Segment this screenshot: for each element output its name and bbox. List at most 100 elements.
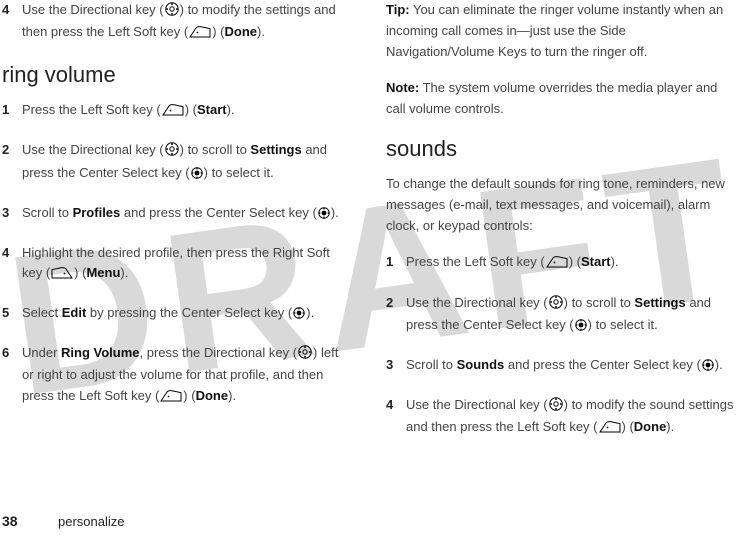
text: and press the Center Select key ( — [120, 205, 317, 220]
right-soft-key-icon — [51, 265, 73, 285]
step-number: 1 — [386, 252, 406, 274]
directional-key-icon — [165, 2, 179, 22]
text: ). — [306, 305, 314, 320]
step-body: Highlight the desired profile, then pres… — [22, 243, 352, 285]
label-profiles: Profiles — [73, 205, 121, 220]
text: ) to select it. — [588, 317, 658, 332]
step-number: 3 — [386, 355, 406, 377]
note-label: Note: — [386, 80, 419, 95]
text: ) ( — [183, 388, 195, 403]
step-body: Select Edit by pressing the Center Selec… — [22, 303, 352, 325]
label-settings: Settings — [634, 295, 685, 310]
step-number: 4 — [2, 243, 22, 285]
step-body: Press the Left Soft key ( ) (Start). — [22, 100, 352, 122]
page-number: 38 — [2, 513, 24, 529]
step-3: 3 Scroll to Profiles and press the Cente… — [2, 203, 352, 225]
label-settings: Settings — [250, 142, 301, 157]
text: Use the Directional key ( — [406, 295, 548, 310]
directional-key-icon — [298, 345, 312, 365]
label-sounds: Sounds — [457, 357, 505, 372]
text: ) ( — [212, 24, 224, 39]
step-2-r: 2 Use the Directional key ( ) to scroll t… — [386, 293, 736, 337]
text: Scroll to — [22, 205, 73, 220]
step-body: Scroll to Sounds and press the Center Se… — [406, 355, 736, 377]
text: ). — [120, 265, 128, 280]
text: Press the Left Soft key ( — [22, 102, 161, 117]
text: ). — [331, 205, 339, 220]
label-start: Start — [581, 254, 611, 269]
step-5: 5 Select Edit by pressing the Center Sel… — [2, 303, 352, 325]
left-column: 4 Use the Directional key () to modify t… — [2, 0, 352, 495]
text: by pressing the Center Select key ( — [86, 305, 292, 320]
tip-paragraph: Tip: You can eliminate the ringer volume… — [386, 0, 736, 62]
left-soft-key-icon — [546, 254, 568, 274]
step-1-r: 1 Press the Left Soft key ( ) (Start). — [386, 252, 736, 274]
left-soft-key-icon — [160, 388, 182, 408]
center-select-key-icon — [702, 357, 714, 377]
text: ). — [228, 388, 236, 403]
heading-sounds: sounds — [386, 136, 736, 162]
text: ) ( — [569, 254, 581, 269]
sounds-intro: To change the default sounds for ring to… — [386, 174, 736, 236]
text: ) ( — [185, 102, 197, 117]
text: ). — [611, 254, 619, 269]
step-number: 2 — [386, 293, 406, 337]
step-6: 6 Under Ring Volume, press the Direction… — [2, 343, 352, 407]
note-paragraph: Note: The system volume overrides the me… — [386, 78, 736, 120]
step-body: Under Ring Volume, press the Directional… — [22, 343, 352, 407]
label-done: Done — [224, 24, 257, 39]
text: Under — [22, 345, 61, 360]
tip-label: Tip: — [386, 2, 410, 17]
label-ring-volume: Ring Volume — [61, 345, 139, 360]
directional-key-icon — [549, 295, 563, 315]
center-select-key-icon — [318, 205, 330, 225]
heading-ring-volume: ring volume — [2, 62, 352, 88]
right-column: Tip: You can eliminate the ringer volume… — [386, 0, 736, 495]
step-number: 6 — [2, 343, 22, 407]
center-select-key-icon — [575, 317, 587, 337]
step-4-r: 4 Use the Directional key () to modify t… — [386, 395, 736, 439]
text: ). — [227, 102, 235, 117]
step-number: 1 — [2, 100, 22, 122]
step-body: Scroll to Profiles and press the Center … — [22, 203, 352, 225]
tip-text: You can eliminate the ringer volume inst… — [386, 2, 723, 59]
text: ). — [715, 357, 723, 372]
step-body: Use the Directional key () to scroll to … — [406, 293, 736, 337]
left-soft-key-icon — [599, 419, 621, 439]
text: ) to scroll to — [180, 142, 251, 157]
text: Use the Directional key ( — [22, 142, 164, 157]
step-number: 4 — [386, 395, 406, 439]
step-4-top: 4 Use the Directional key () to modify t… — [2, 0, 352, 44]
label-edit: Edit — [62, 305, 87, 320]
center-select-key-icon — [191, 165, 203, 185]
step-number: 3 — [2, 203, 22, 225]
step-body: Use the Directional key () to modify the… — [406, 395, 736, 439]
center-select-key-icon — [293, 305, 305, 325]
step-1: 1 Press the Left Soft key ( ) (Start). — [2, 100, 352, 122]
step-4: 4 Highlight the desired profile, then pr… — [2, 243, 352, 285]
text: Use the Directional key ( — [406, 397, 548, 412]
step-3-r: 3 Scroll to Sounds and press the Center … — [386, 355, 736, 377]
step-body: Use the Directional key () to modify the… — [22, 0, 352, 44]
label-start: Start — [197, 102, 227, 117]
text: Use the Directional key ( — [22, 2, 164, 17]
section-name: personalize — [58, 514, 125, 529]
text: Scroll to — [406, 357, 457, 372]
footer: 38 personalize — [2, 495, 736, 529]
text: ) to scroll to — [564, 295, 635, 310]
step-body: Use the Directional key () to scroll to … — [22, 140, 352, 184]
directional-key-icon — [165, 142, 179, 162]
step-body: Press the Left Soft key ( ) (Start). — [406, 252, 736, 274]
label-done: Done — [634, 419, 667, 434]
text: ) ( — [74, 265, 86, 280]
label-menu: Menu — [86, 265, 120, 280]
step-number: 4 — [2, 0, 22, 44]
step-2: 2 Use the Directional key ( ) to scroll t… — [2, 140, 352, 184]
step-number: 2 — [2, 140, 22, 184]
text: ) ( — [622, 419, 634, 434]
text: Press the Left Soft key ( — [406, 254, 545, 269]
directional-key-icon — [549, 397, 563, 417]
left-soft-key-icon — [162, 102, 184, 122]
text: ) to select it. — [204, 165, 274, 180]
text: , press the Directional key ( — [140, 345, 298, 360]
